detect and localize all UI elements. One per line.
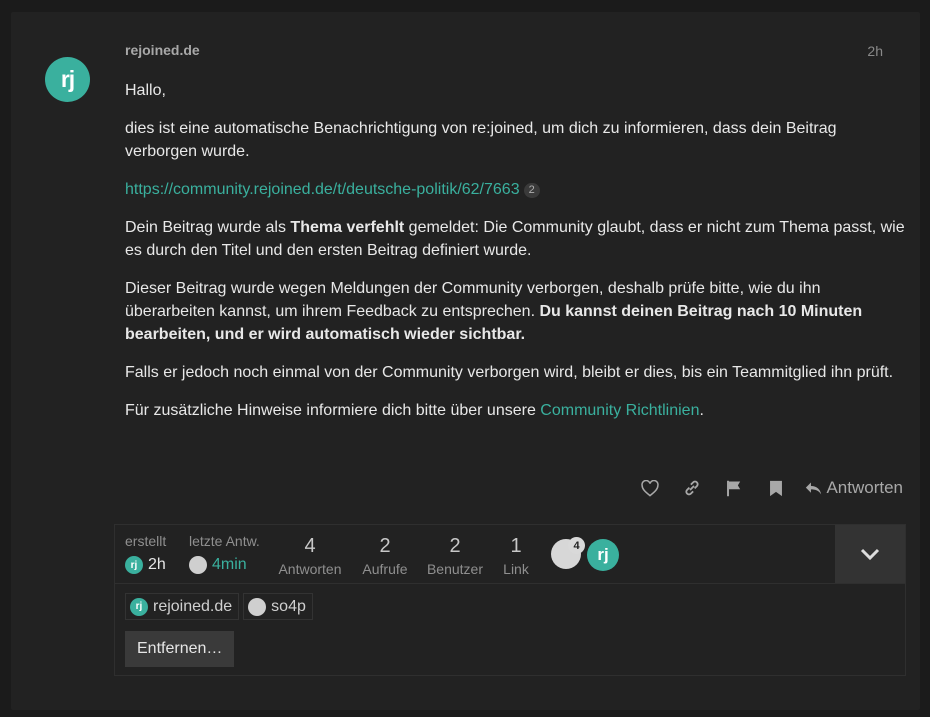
link-icon — [685, 480, 700, 496]
links-stat: 1 Link — [500, 535, 532, 577]
greeting-text: Hallo, — [125, 82, 166, 99]
participant-avatar — [248, 597, 267, 616]
users-label: Benutzer — [426, 561, 484, 577]
post-actions: Antworten — [629, 476, 903, 500]
bookmark-icon — [770, 480, 783, 496]
participant-chip[interactable]: rj rejoined.de — [125, 593, 240, 620]
participant-chip[interactable]: so4p — [243, 593, 313, 620]
poster-avatar-rejoined[interactable]: rj — [587, 539, 619, 571]
author-avatar[interactable]: rj — [45, 57, 90, 102]
remove-button[interactable]: Entfernen… — [125, 631, 235, 667]
replies-label: Antworten — [278, 561, 342, 577]
again-paragraph: Falls er jedoch noch einmal von der Comm… — [125, 364, 894, 381]
topic-map: erstellt rj 2h letzte Antw. 4min 4 Antwor… — [114, 524, 906, 676]
post-count-badge: 4 — [568, 537, 585, 554]
participant-name: so4p — [271, 597, 306, 615]
post-date[interactable]: 2h — [867, 43, 883, 59]
expand-topic-map-button[interactable] — [835, 525, 905, 583]
links-count: 1 — [510, 535, 522, 557]
intro-text: dies ist eine automatische Benachrichtig… — [125, 120, 837, 160]
hidden-paragraph: Dieser Beitrag wurde wegen Meldungen der… — [125, 277, 910, 346]
reply-label: Antworten — [826, 478, 903, 497]
users-count: 2 — [449, 535, 461, 557]
views-count: 2 — [379, 535, 391, 557]
post-body: Hallo, dies ist eine automatische Benach… — [125, 79, 910, 437]
reason-paragraph: Dein Beitrag wurde als Thema verfehlt ge… — [125, 216, 910, 262]
reply-button[interactable]: Antworten — [805, 478, 903, 498]
topic-map-summary[interactable]: erstellt rj 2h letzte Antw. 4min 4 Antwor… — [115, 525, 835, 583]
replies-stat: 4 Antworten — [277, 535, 343, 577]
last-reply-time: 4min — [212, 556, 247, 573]
link-paragraph: https://community.rejoined.de/t/deutsche… — [125, 178, 910, 201]
topic-map-divider — [115, 583, 905, 584]
reason-bold: Thema verfehlt — [290, 219, 405, 236]
views-stat: 2 Aufrufe — [357, 535, 413, 577]
users-stat: 2 Benutzer — [425, 535, 485, 577]
reply-icon — [806, 482, 822, 494]
created-avatar: rj — [125, 556, 143, 574]
guidelines-prefix: Für zusätzliche Hinweise informiere dich… — [125, 402, 541, 419]
flag-button[interactable] — [713, 476, 755, 500]
link-click-count: 2 — [523, 183, 540, 198]
participant-name: rejoined.de — [153, 597, 233, 615]
last-reply-avatar — [189, 556, 207, 574]
reason-prefix: Dein Beitrag wurde als — [125, 219, 291, 236]
guidelines-suffix: . — [699, 402, 704, 419]
like-button[interactable] — [629, 476, 671, 500]
poster-avatars[interactable]: 4 rj — [551, 537, 621, 571]
guidelines-link[interactable]: Community Richtlinien — [540, 402, 699, 419]
created-stat: erstellt rj 2h — [125, 533, 166, 574]
participant-list: rj rejoined.de so4p — [125, 593, 317, 620]
last-reply-label: letzte Antw. — [189, 533, 260, 549]
created-time: 2h — [148, 556, 166, 573]
created-label: erstellt — [125, 533, 167, 549]
replies-count: 4 — [304, 535, 316, 557]
guidelines-paragraph: Für zusätzliche Hinweise informiere dich… — [125, 399, 910, 422]
flag-icon — [727, 480, 741, 496]
chevron-down-icon — [860, 548, 880, 561]
post-link[interactable]: https://community.rejoined.de/t/deutsche… — [125, 181, 520, 198]
views-label: Aufrufe — [362, 561, 408, 577]
last-reply-stat: letzte Antw. 4min — [189, 533, 260, 574]
participant-avatar: rj — [130, 597, 148, 616]
heart-icon — [641, 479, 660, 497]
author-username[interactable]: rejoined.de — [125, 42, 200, 58]
links-label: Link — [503, 561, 529, 577]
share-button[interactable] — [671, 476, 713, 500]
bookmark-button[interactable] — [755, 476, 797, 500]
